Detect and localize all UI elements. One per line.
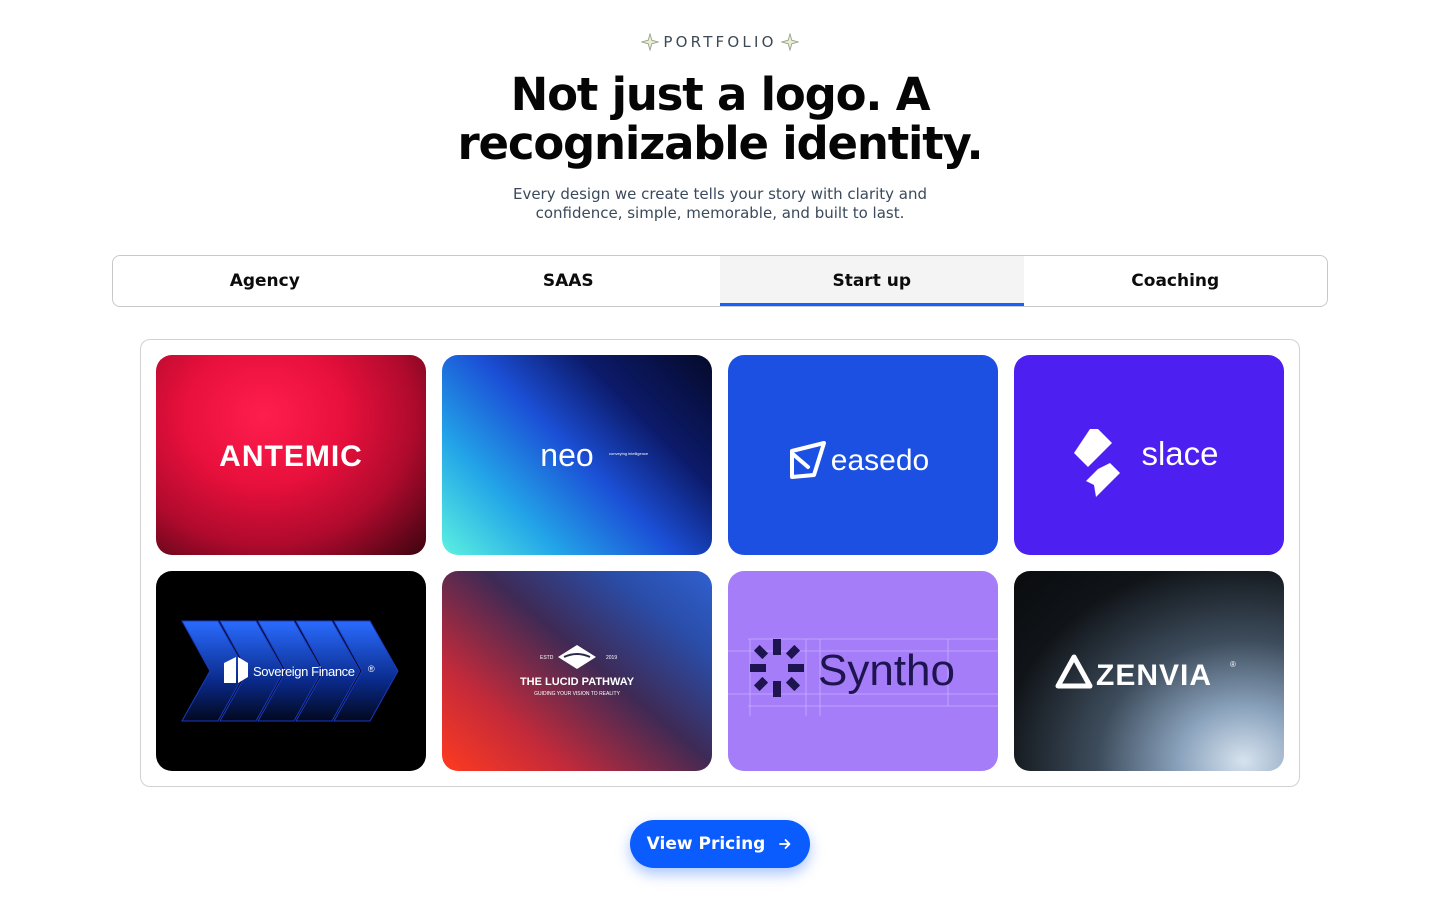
card-tagline: conveying intelligence	[609, 451, 649, 456]
page-title: Not just a logo. A recognizable identity…	[0, 70, 1440, 168]
portfolio-card-sovereign-finance[interactable]: Sovereign Finance ®	[156, 571, 426, 771]
syntho-logo: Syntho	[728, 638, 998, 716]
slace-logo: slace	[1074, 429, 1219, 497]
paper-plane-icon	[790, 441, 826, 479]
title-line-2: recognizable identity.	[457, 117, 984, 170]
portfolio-grid: ANTEMIC neo conveying intelligence eased…	[140, 339, 1300, 787]
portfolio-card-syntho[interactable]: Syntho	[728, 571, 998, 771]
card-logo-text: slace	[1141, 435, 1218, 472]
triangle-mark-icon	[1055, 654, 1093, 689]
card-year: 2019	[606, 655, 617, 661]
subtitle-line-2: confidence, simple, memorable, and built…	[535, 204, 905, 222]
card-logo-text: easedo	[831, 444, 929, 477]
antemic-logo: ANTEMIC	[219, 440, 363, 473]
tab-coaching[interactable]: Coaching	[1024, 256, 1328, 306]
card-logo-text: Sovereign Finance	[253, 664, 355, 679]
tab-label: SAAS	[542, 271, 594, 291]
card-logo-mark: ®	[1230, 660, 1236, 669]
card-logo-text: THE LUCID PATHWAY	[520, 676, 635, 688]
page-subtitle: Every design we create tells your story …	[0, 185, 1440, 223]
slace-mark-icon	[1074, 429, 1120, 497]
neo-logo: neo conveying intelligence	[540, 437, 649, 473]
subtitle-line-1: Every design we create tells your story …	[512, 185, 928, 203]
sparkle-icon	[641, 33, 660, 51]
category-tabs: Agency SAAS Start up Coaching	[112, 255, 1328, 307]
eye-diamond-icon	[558, 645, 596, 669]
portfolio-card-slace[interactable]: slace	[1014, 355, 1284, 555]
card-logo-text: ANTEMIC	[219, 440, 363, 473]
card-logo-text: ZENVIA	[1096, 659, 1212, 692]
section-eyebrow: PORTFOLIO	[0, 33, 1440, 51]
zenvia-logo: ZENVIA ®	[1055, 654, 1236, 692]
portfolio-card-easedo[interactable]: easedo	[728, 355, 998, 555]
tab-agency[interactable]: Agency	[113, 256, 417, 306]
lucid-pathway-logo: ESTD 2019 THE LUCID PATHWAY GUIDING YOUR…	[520, 645, 635, 697]
portfolio-card-lucid-pathway[interactable]: ESTD 2019 THE LUCID PATHWAY GUIDING YOUR…	[442, 571, 712, 771]
view-pricing-button[interactable]: View Pricing	[630, 820, 810, 868]
sovereign-finance-logo: Sovereign Finance ®	[181, 620, 399, 722]
tab-label: Start up	[832, 271, 912, 291]
easedo-logo: easedo	[790, 441, 929, 479]
title-line-1: Not just a logo. A	[510, 68, 931, 121]
sparkle-icon	[780, 33, 799, 51]
card-logo-text: Syntho	[818, 646, 955, 695]
tab-start-up[interactable]: Start up	[720, 256, 1024, 306]
cta-label: View Pricing	[646, 834, 766, 854]
arrow-right-icon	[779, 839, 791, 849]
tab-saas[interactable]: SAAS	[417, 256, 721, 306]
portfolio-card-antemic[interactable]: ANTEMIC	[156, 355, 426, 555]
card-logo-text: neo	[540, 437, 593, 473]
asterisk-grid-icon	[750, 639, 804, 697]
tab-label: Coaching	[1131, 271, 1220, 291]
card-logo-mark: ®	[368, 664, 375, 674]
portfolio-card-zenvia[interactable]: ZENVIA ®	[1014, 571, 1284, 771]
portfolio-card-neo[interactable]: neo conveying intelligence	[442, 355, 712, 555]
eyebrow-label: PORTFOLIO	[663, 33, 777, 51]
card-estd: ESTD	[540, 655, 554, 661]
card-tagline: GUIDING YOUR VISION TO REALITY	[534, 691, 621, 697]
tab-label: Agency	[229, 271, 300, 291]
